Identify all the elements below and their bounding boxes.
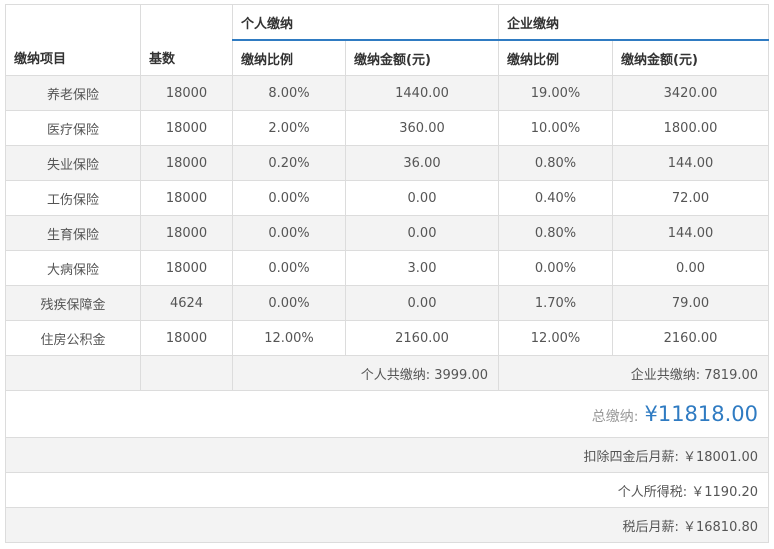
item-base: 18000 (140, 75, 233, 111)
company-ratio: 0.00% (498, 250, 614, 286)
table-row: 住房公积金 18000 12.00% 2160.00 12.00% 2160.0… (5, 320, 770, 356)
table-row: 养老保险 18000 8.00% 1440.00 19.00% 3420.00 (5, 75, 770, 111)
header-company-ratio: 缴纳比例 (498, 40, 614, 76)
header-company-amount: 缴纳金额(元) (612, 40, 770, 76)
item-name: 住房公积金 (5, 320, 141, 356)
personal-amount: 0.00 (344, 285, 500, 321)
personal-ratio: 0.00% (232, 180, 346, 216)
company-ratio: 10.00% (498, 110, 614, 146)
header-personal-amount: 缴纳金额(元) (344, 40, 500, 76)
header-item: 缴纳项目 (5, 4, 141, 76)
company-ratio: 0.80% (498, 145, 614, 181)
item-base: 18000 (140, 215, 233, 251)
personal-amount: 0.00 (344, 180, 500, 216)
grand-total-label: 总缴纳: (591, 409, 639, 425)
company-total: 企业共缴纳: 7819.00 (498, 355, 770, 391)
after-deduction-salary: 扣除四金后月薪: ￥18001.00 (4, 437, 770, 473)
personal-amount: 0.00 (344, 215, 500, 251)
personal-ratio: 0.00% (232, 215, 346, 251)
personal-amount: 3.00 (344, 250, 500, 286)
personal-amount: 360.00 (344, 110, 500, 146)
personal-amount: 2160.00 (344, 320, 500, 356)
table-row: 生育保险 18000 0.00% 0.00 0.80% 144.00 (5, 215, 770, 251)
income-tax: 个人所得税: ￥1190.20 (4, 472, 770, 508)
company-ratio: 12.00% (498, 320, 614, 356)
item-name: 残疾保障金 (5, 285, 141, 321)
contribution-table: 缴纳项目 基数 个人缴纳 企业缴纳 缴纳比例 缴纳金额(元) 缴纳比例 缴纳金额… (4, 4, 770, 543)
header-personal-ratio: 缴纳比例 (232, 40, 346, 76)
grand-total-cell: 总缴纳: ¥11818.00 (4, 390, 770, 438)
table-row: 医疗保险 18000 2.00% 360.00 10.00% 1800.00 (5, 110, 770, 146)
after-deduction-row: 扣除四金后月薪: ￥18001.00 (4, 437, 770, 473)
company-amount: 3420.00 (612, 75, 770, 111)
personal-amount: 36.00 (344, 145, 500, 181)
item-base: 18000 (140, 110, 233, 146)
net-salary-row: 税后月薪: ￥16810.80 (4, 507, 770, 543)
company-ratio: 1.70% (498, 285, 614, 321)
item-base: 18000 (140, 250, 233, 286)
header-personal-group: 个人缴纳 (231, 4, 500, 41)
table-row: 残疾保障金 4624 0.00% 0.00 1.70% 79.00 (5, 285, 770, 321)
company-amount: 72.00 (612, 180, 770, 216)
item-name: 生育保险 (5, 215, 141, 251)
personal-ratio: 2.00% (232, 110, 346, 146)
personal-ratio: 0.00% (232, 250, 346, 286)
company-amount: 1800.00 (612, 110, 770, 146)
income-tax-row: 个人所得税: ￥1190.20 (4, 472, 770, 508)
item-name: 失业保险 (5, 145, 141, 181)
personal-ratio: 12.00% (232, 320, 346, 356)
table-row: 工伤保险 18000 0.00% 0.00 0.40% 72.00 (5, 180, 770, 216)
company-ratio: 0.40% (498, 180, 614, 216)
personal-total: 个人共缴纳: 3999.00 (231, 355, 500, 391)
item-name: 工伤保险 (5, 180, 141, 216)
net-salary: 税后月薪: ￥16810.80 (4, 507, 770, 543)
social-insurance-calculator-result: 缴纳项目 基数 个人缴纳 企业缴纳 缴纳比例 缴纳金额(元) 缴纳比例 缴纳金额… (4, 4, 770, 543)
table-row: 失业保险 18000 0.20% 36.00 0.80% 144.00 (5, 145, 770, 181)
company-amount: 0.00 (612, 250, 770, 286)
personal-ratio: 0.00% (232, 285, 346, 321)
company-amount: 2160.00 (612, 320, 770, 356)
item-base: 18000 (140, 180, 233, 216)
item-name: 养老保险 (5, 75, 141, 111)
item-base: 18000 (140, 145, 233, 181)
company-amount: 144.00 (612, 215, 770, 251)
header-company-group: 企业缴纳 (498, 4, 770, 41)
company-amount: 144.00 (612, 145, 770, 181)
item-name: 大病保险 (5, 250, 141, 286)
table-row: 大病保险 18000 0.00% 3.00 0.00% 0.00 (5, 250, 770, 286)
item-base: 18000 (140, 320, 233, 356)
personal-ratio: 0.20% (232, 145, 346, 181)
item-name: 医疗保险 (5, 110, 141, 146)
header-base: 基数 (140, 4, 233, 76)
grand-total-amount: ¥11818.00 (644, 402, 759, 426)
company-ratio: 19.00% (498, 75, 614, 111)
personal-amount: 1440.00 (344, 75, 500, 111)
grand-total-row: 总缴纳: ¥11818.00 (4, 390, 770, 438)
subtotal-row: 个人共缴纳: 3999.00 企业共缴纳: 7819.00 (5, 355, 770, 391)
empty-cell (5, 355, 141, 391)
company-amount: 79.00 (612, 285, 770, 321)
personal-ratio: 8.00% (232, 75, 346, 111)
item-base: 4624 (140, 285, 233, 321)
company-ratio: 0.80% (498, 215, 614, 251)
empty-cell (140, 355, 233, 391)
